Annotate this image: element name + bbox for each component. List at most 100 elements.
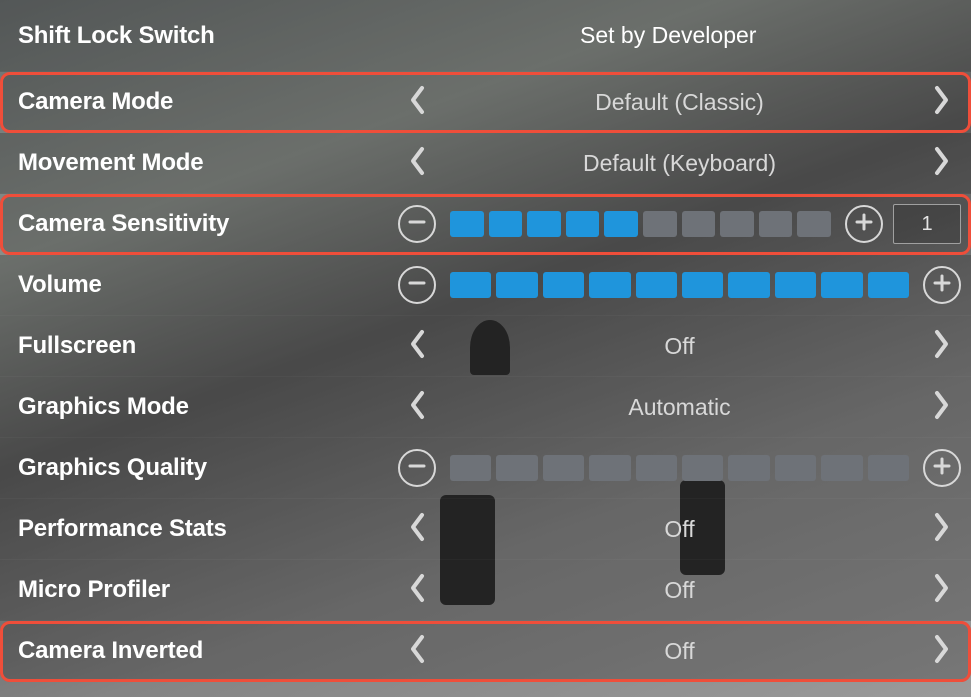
label-shift-lock: Shift Lock Switch (18, 22, 398, 50)
gfx-quality-increase[interactable] (923, 449, 961, 487)
control-micro-profiler: Off (398, 560, 961, 620)
movement-prev[interactable] (398, 143, 438, 183)
chevron-left-icon (409, 390, 427, 425)
segment (720, 211, 754, 237)
cam-sens-input[interactable]: 1 (893, 204, 961, 244)
label-graphics-quality: Graphics Quality (18, 454, 398, 482)
row-fullscreen: Fullscreen Off (0, 316, 971, 377)
segment (543, 272, 584, 298)
chevron-right-icon (932, 85, 950, 120)
row-volume: Volume (0, 255, 971, 316)
value-fullscreen: Off (446, 333, 913, 360)
segment (543, 455, 584, 481)
segment (489, 211, 523, 237)
cam-inverted-prev[interactable] (398, 631, 438, 671)
label-camera-mode: Camera Mode (18, 88, 398, 116)
chevron-left-icon (409, 329, 427, 364)
movement-next[interactable] (921, 143, 961, 183)
segment (759, 211, 793, 237)
label-volume: Volume (18, 271, 398, 299)
volume-increase[interactable] (923, 266, 961, 304)
chevron-right-icon (932, 146, 950, 181)
gfx-quality-decrease[interactable] (398, 449, 436, 487)
segment (450, 455, 491, 481)
chevron-right-icon (932, 390, 950, 425)
label-micro-profiler: Micro Profiler (18, 576, 398, 604)
camera-mode-next[interactable] (921, 82, 961, 122)
row-micro-profiler: Micro Profiler Off (0, 560, 971, 621)
cam-sens-decrease[interactable] (398, 205, 436, 243)
value-shift-lock: Set by Developer (398, 22, 961, 49)
chevron-left-icon (409, 85, 427, 120)
segment (604, 211, 638, 237)
segment (496, 272, 537, 298)
fullscreen-prev[interactable] (398, 326, 438, 366)
fullscreen-next[interactable] (921, 326, 961, 366)
segment (643, 211, 677, 237)
camera-mode-prev[interactable] (398, 82, 438, 122)
label-camera-sensitivity: Camera Sensitivity (18, 210, 398, 238)
gfx-mode-prev[interactable] (398, 387, 438, 427)
control-camera-inverted: Off (398, 621, 961, 681)
segment (636, 272, 677, 298)
segment (797, 211, 831, 237)
row-camera-sensitivity: Camera Sensitivity 1 (0, 194, 971, 255)
gfx-mode-next[interactable] (921, 387, 961, 427)
label-movement-mode: Movement Mode (18, 149, 398, 177)
gfx-quality-bar[interactable] (450, 455, 909, 481)
label-camera-inverted: Camera Inverted (18, 637, 398, 665)
control-camera-mode: Default (Classic) (398, 72, 961, 132)
segment (821, 272, 862, 298)
segment (775, 455, 816, 481)
segment (868, 455, 909, 481)
label-graphics-mode: Graphics Mode (18, 393, 398, 421)
cam-sens-increase[interactable] (845, 205, 883, 243)
chevron-left-icon (409, 512, 427, 547)
value-micro-profiler: Off (446, 577, 913, 604)
chevron-left-icon (409, 146, 427, 181)
row-camera-mode: Camera Mode Default (Classic) (0, 72, 971, 133)
control-graphics-quality (398, 438, 961, 498)
volume-decrease[interactable] (398, 266, 436, 304)
segment (868, 272, 909, 298)
row-shift-lock: Shift Lock Switch Set by Developer (0, 0, 971, 72)
micro-prof-prev[interactable] (398, 570, 438, 610)
segment (636, 455, 677, 481)
row-movement-mode: Movement Mode Default (Keyboard) (0, 133, 971, 194)
label-performance-stats: Performance Stats (18, 515, 398, 543)
chevron-right-icon (932, 573, 950, 608)
minus-icon (407, 456, 427, 481)
chevron-left-icon (409, 573, 427, 608)
value-performance-stats: Off (446, 516, 913, 543)
segment (682, 455, 723, 481)
chevron-right-icon (932, 634, 950, 669)
segment (728, 455, 769, 481)
segment (775, 272, 816, 298)
volume-bar[interactable] (450, 272, 909, 298)
value-graphics-mode: Automatic (446, 394, 913, 421)
chevron-left-icon (409, 634, 427, 669)
cam-inverted-next[interactable] (921, 631, 961, 671)
plus-icon (932, 456, 952, 481)
segment (527, 211, 561, 237)
row-camera-inverted: Camera Inverted Off (0, 621, 971, 682)
perf-stats-next[interactable] (921, 509, 961, 549)
segment (682, 211, 716, 237)
minus-icon (407, 273, 427, 298)
value-camera-mode: Default (Classic) (446, 89, 913, 116)
row-performance-stats: Performance Stats Off (0, 499, 971, 560)
control-shift-lock: Set by Developer (398, 0, 961, 71)
settings-list: Shift Lock Switch Set by Developer Camer… (0, 0, 971, 697)
control-performance-stats: Off (398, 499, 961, 559)
segment (589, 455, 630, 481)
micro-prof-next[interactable] (921, 570, 961, 610)
segment (682, 272, 723, 298)
chevron-right-icon (932, 512, 950, 547)
cam-sens-bar[interactable] (450, 211, 831, 237)
chevron-right-icon (932, 329, 950, 364)
row-graphics-quality: Graphics Quality (0, 438, 971, 499)
perf-stats-prev[interactable] (398, 509, 438, 549)
plus-icon (854, 212, 874, 237)
label-fullscreen: Fullscreen (18, 332, 398, 360)
control-fullscreen: Off (398, 316, 961, 376)
